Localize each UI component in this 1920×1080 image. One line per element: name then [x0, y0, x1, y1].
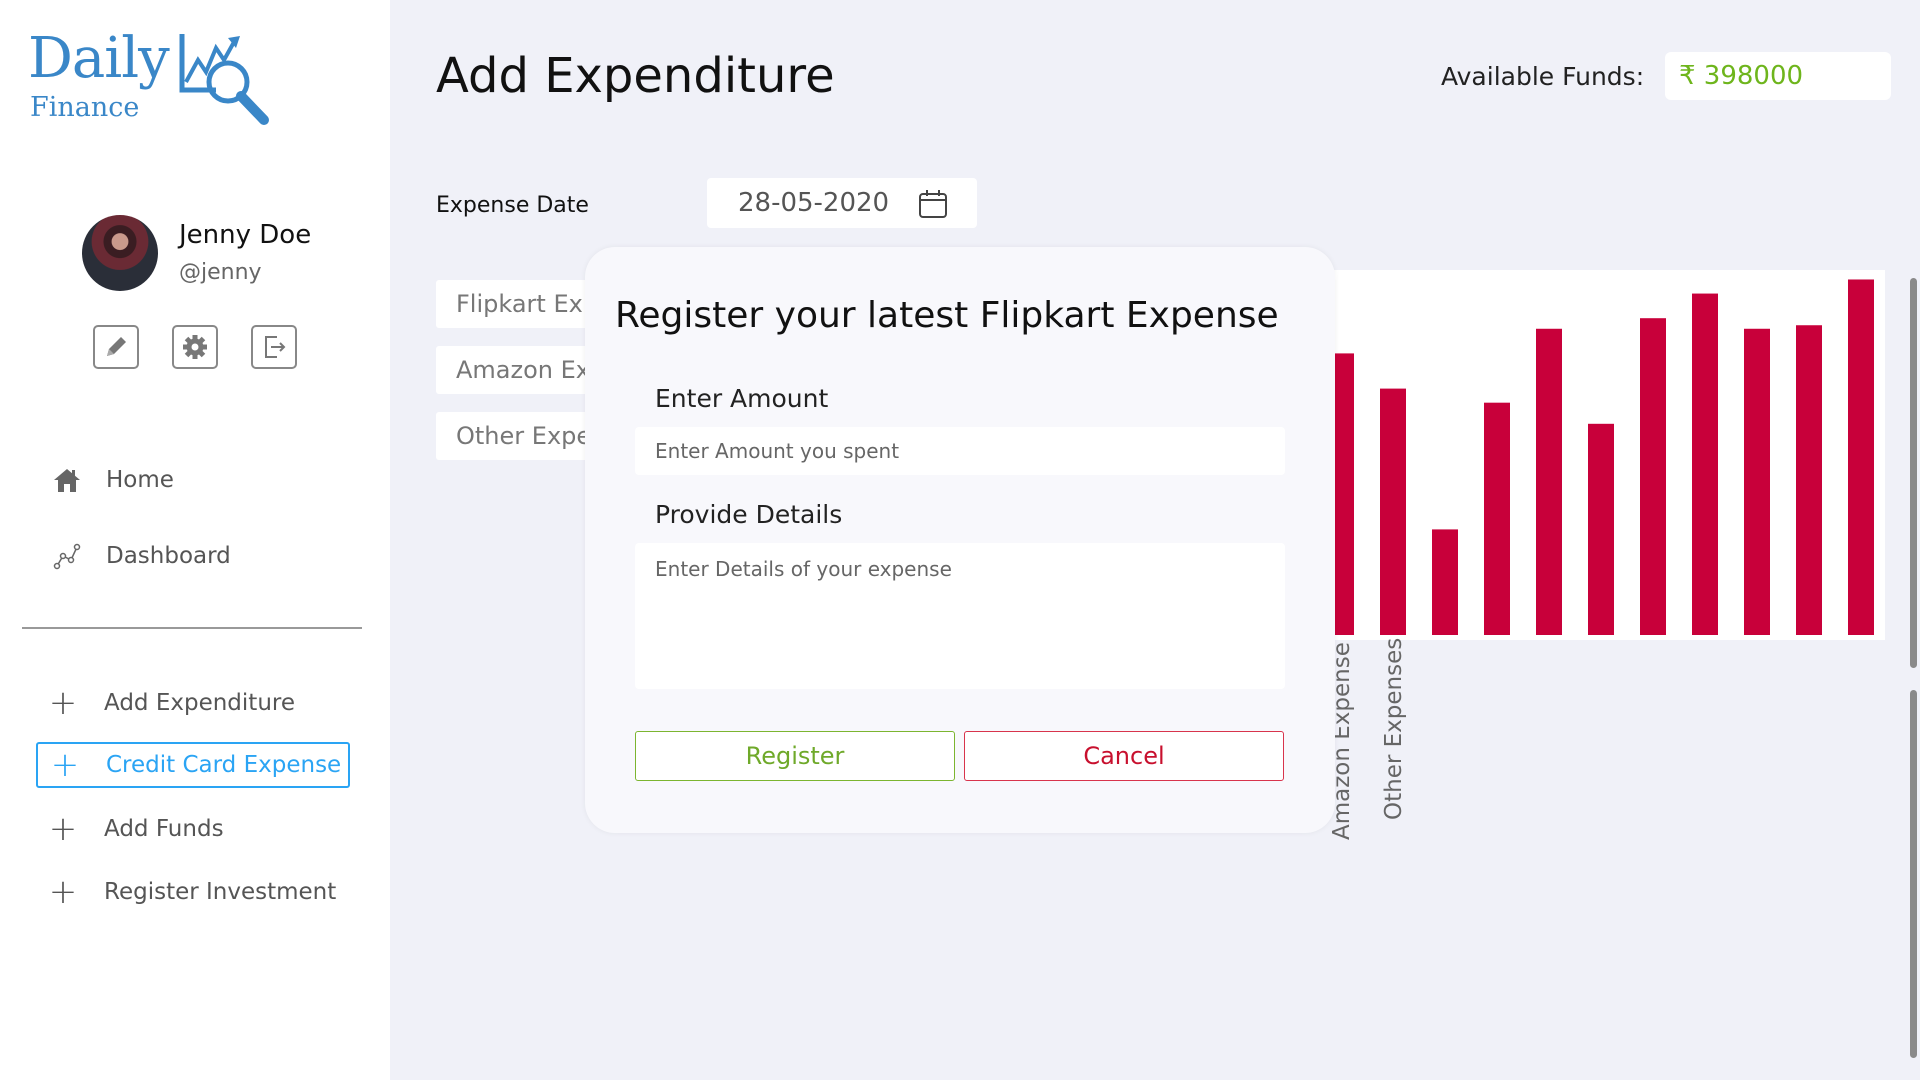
chart-tick-label: Other Expenses [1381, 637, 1407, 820]
amount-label: Enter Amount [655, 384, 829, 413]
logout-button[interactable] [251, 325, 297, 369]
home-icon [50, 463, 84, 497]
logo[interactable]: Daily Finance [28, 26, 278, 126]
sidebar: Daily Finance Jenny Doe @jenny Home Dash… [0, 0, 390, 1080]
cancel-button[interactable]: Cancel [964, 731, 1284, 781]
calendar-icon[interactable] [917, 188, 949, 220]
profile-name: Jenny Doe [179, 220, 312, 250]
details-label: Provide Details [655, 500, 843, 529]
register-expense-dialog: Register your latest Flipkart Expense En… [585, 247, 1335, 833]
profile-handle: @jenny [179, 260, 262, 285]
logo-word: Daily [28, 26, 170, 91]
logo-subtitle: Finance [30, 92, 140, 123]
plus-icon: + [48, 872, 78, 912]
settings-button[interactable] [172, 325, 218, 369]
amount-input[interactable] [635, 427, 1285, 475]
chart-bar[interactable] [1848, 279, 1874, 635]
action-label: Credit Card Expense [106, 752, 342, 778]
expense-bar-chart [1310, 270, 1885, 640]
chart-bar[interactable] [1484, 402, 1510, 635]
graph-icon [50, 539, 84, 573]
chart-bar[interactable] [1380, 388, 1406, 635]
add-expenditure-link[interactable]: + Add Expenditure [36, 680, 350, 726]
funds-label: Available Funds: [1441, 62, 1645, 91]
register-button[interactable]: Register [635, 731, 955, 781]
sidebar-divider [22, 627, 362, 629]
action-label: Add Expenditure [104, 690, 295, 716]
plus-icon: + [48, 683, 78, 723]
chart-bar[interactable] [1588, 423, 1614, 635]
chart-magnifier-icon [179, 34, 269, 125]
nav-item-label: Dashboard [106, 543, 231, 569]
register-investment-link[interactable]: + Register Investment [36, 869, 350, 915]
expense-date-label: Expense Date [436, 193, 589, 218]
gear-icon [183, 335, 207, 359]
profile-card: Jenny Doe @jenny [82, 212, 382, 292]
nav-item-home[interactable]: Home [50, 460, 174, 500]
chart-bar[interactable] [1640, 318, 1666, 635]
scrollbar-thumb[interactable] [1910, 278, 1917, 668]
chart-bar[interactable] [1692, 293, 1718, 635]
plus-icon: + [48, 809, 78, 849]
plus-icon: + [50, 745, 80, 785]
expense-date-input[interactable]: 28-05-2020 [707, 178, 977, 228]
dialog-title: Register your latest Flipkart Expense [615, 295, 1279, 336]
chart-bar[interactable] [1536, 328, 1562, 635]
page-title: Add Expenditure [436, 48, 835, 104]
funds-value: ₹ 398000 [1665, 52, 1891, 100]
credit-card-expense-link[interactable]: + Credit Card Expense [36, 742, 350, 788]
chart-canvas [1328, 279, 1874, 635]
nav-item-label: Home [106, 467, 174, 493]
nav-item-dashboard[interactable]: Dashboard [50, 536, 231, 576]
action-label: Add Funds [104, 816, 224, 842]
chart-bar[interactable] [1744, 328, 1770, 635]
avatar[interactable] [82, 215, 158, 291]
chart-bar[interactable] [1796, 325, 1822, 635]
scrollbar-thumb[interactable] [1910, 690, 1917, 1058]
logout-icon [265, 336, 286, 358]
add-funds-link[interactable]: + Add Funds [36, 806, 350, 852]
edit-icon [107, 337, 126, 356]
action-label: Register Investment [104, 879, 337, 905]
expense-date-value: 28-05-2020 [738, 188, 890, 218]
edit-profile-button[interactable] [93, 325, 139, 369]
details-input[interactable] [635, 543, 1285, 689]
chart-bar[interactable] [1432, 529, 1458, 635]
